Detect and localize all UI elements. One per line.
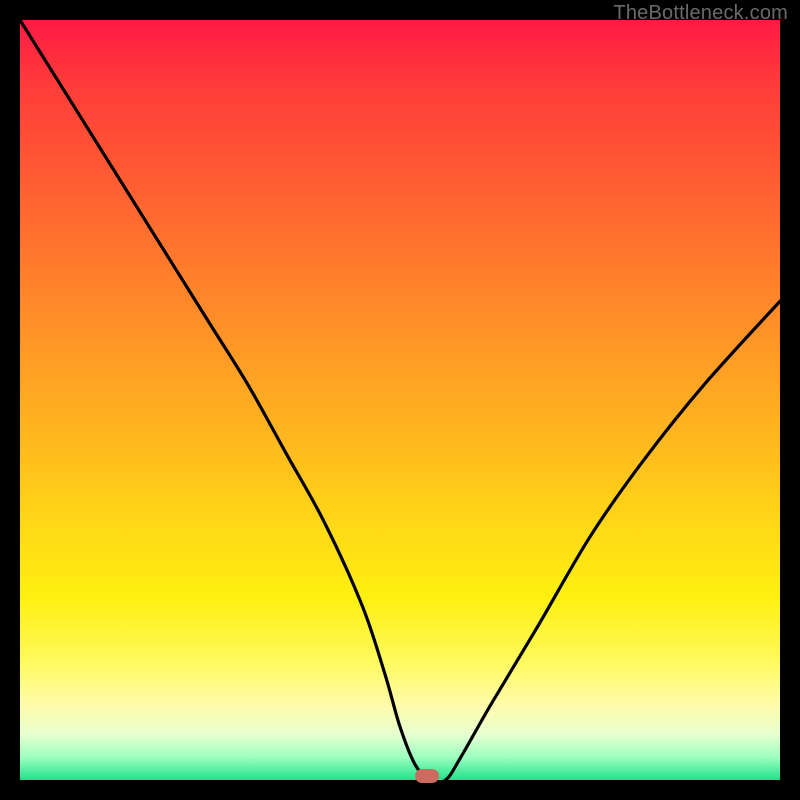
chart-frame: TheBottleneck.com xyxy=(0,0,800,800)
curve-svg xyxy=(20,20,780,780)
watermark-text: TheBottleneck.com xyxy=(613,2,788,25)
bottleneck-curve xyxy=(20,20,780,780)
optimal-point-marker xyxy=(415,769,439,783)
